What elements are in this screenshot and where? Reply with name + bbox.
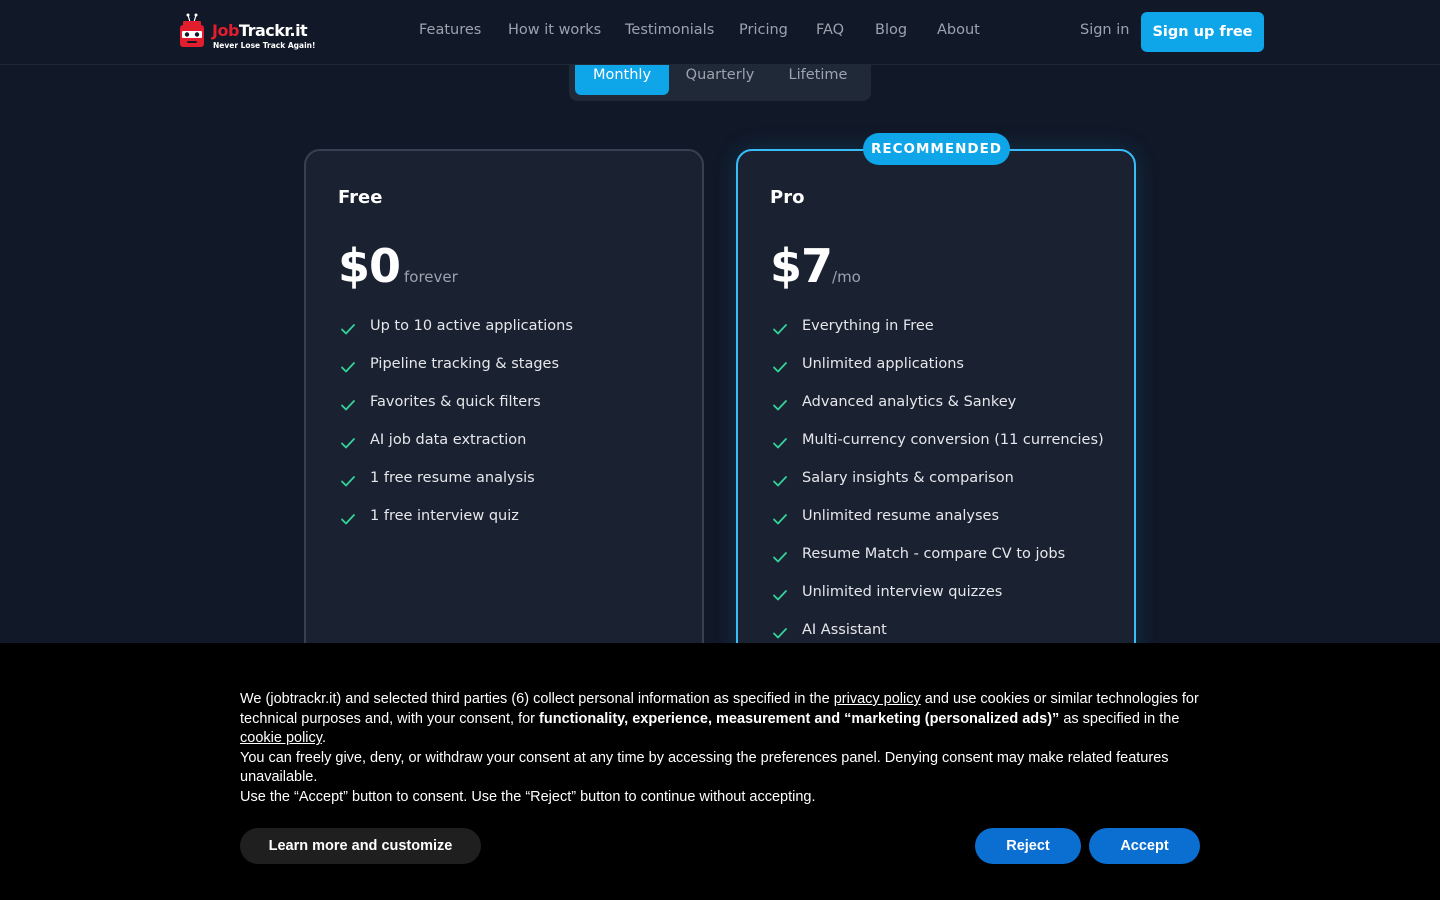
- check-icon: [341, 476, 355, 487]
- sign-in-link[interactable]: Sign in: [1080, 22, 1129, 38]
- price-amount: $0: [338, 239, 401, 293]
- privacy-policy-link[interactable]: privacy policy: [834, 691, 921, 707]
- cookie-text-part: as specified in the: [1059, 710, 1180, 727]
- check-icon: [773, 628, 787, 639]
- price-amount: $7: [770, 239, 833, 293]
- check-icon: [773, 476, 787, 487]
- learn-more-customize-button[interactable]: Learn more and customize: [240, 828, 481, 864]
- feature-item: Favorites & quick filters: [338, 391, 573, 429]
- brand-name-part1: Job: [212, 21, 239, 40]
- cookie-text-bold: functionality, experience, measurement a…: [539, 710, 1060, 727]
- feature-list: Up to 10 active applications Pipeline tra…: [338, 315, 573, 543]
- cookie-consent-banner: We (jobtrackr.it) and selected third par…: [0, 643, 1440, 900]
- feature-text: Favorites & quick filters: [370, 394, 541, 410]
- check-icon: [341, 400, 355, 411]
- check-icon: [341, 438, 355, 449]
- robot-logo-icon: [180, 13, 204, 47]
- plan-name: Free: [338, 187, 383, 208]
- brand-name: JobTrackr.it: [212, 21, 308, 40]
- feature-item: Resume Match - compare CV to jobs: [770, 543, 1104, 581]
- logo[interactable]: JobTrackr.it Never Lose Track Again!: [178, 12, 318, 54]
- check-icon: [341, 514, 355, 525]
- check-icon: [341, 362, 355, 373]
- check-icon: [773, 362, 787, 373]
- feature-item: 1 free resume analysis: [338, 467, 573, 505]
- feature-text: Pipeline tracking & stages: [370, 356, 560, 372]
- feature-text: Unlimited resume analyses: [802, 508, 999, 524]
- nav-link-about[interactable]: About: [937, 22, 980, 38]
- feature-item: AI job data extraction: [338, 429, 573, 467]
- brand-name-part2: Trackr.it: [238, 21, 308, 40]
- feature-text: Unlimited applications: [802, 356, 964, 372]
- feature-text: 1 free interview quiz: [370, 508, 519, 524]
- feature-text: AI Assistant: [802, 622, 887, 638]
- nav-link-blog[interactable]: Blog: [875, 22, 907, 38]
- nav-link-faq[interactable]: FAQ: [816, 22, 844, 38]
- nav-link-how-it-works[interactable]: How it works: [508, 22, 601, 38]
- check-icon: [773, 552, 787, 563]
- price-period: forever: [404, 268, 458, 286]
- feature-list: Everything in Free Unlimited applications…: [770, 315, 1104, 657]
- feature-item: 1 free interview quiz: [338, 505, 573, 543]
- check-icon: [773, 590, 787, 601]
- plan-price: $7/mo: [770, 239, 861, 293]
- nav-link-testimonials[interactable]: Testimonials: [625, 22, 714, 38]
- cookie-text-part: .: [321, 730, 326, 747]
- cookie-policy-link[interactable]: cookie policy: [240, 730, 322, 746]
- reject-button[interactable]: Reject: [975, 828, 1081, 864]
- cookie-paragraph-1: We (jobtrackr.it) and selected third par…: [240, 690, 1200, 749]
- plan-name: Pro: [770, 187, 805, 208]
- feature-item: Pipeline tracking & stages: [338, 353, 573, 391]
- nav-link-pricing[interactable]: Pricing: [739, 22, 788, 38]
- check-icon: [773, 514, 787, 525]
- feature-item: Unlimited applications: [770, 353, 1104, 391]
- feature-text: AI job data extraction: [370, 432, 527, 448]
- brand-tagline: Never Lose Track Again!: [213, 41, 316, 50]
- feature-item: Advanced analytics & Sankey: [770, 391, 1104, 429]
- feature-text: 1 free resume analysis: [370, 470, 535, 486]
- feature-item: Multi-currency conversion (11 currencies…: [770, 429, 1104, 467]
- site-header: JobTrackr.it Never Lose Track Again! Fea…: [0, 0, 1440, 65]
- cookie-text: We (jobtrackr.it) and selected third par…: [240, 690, 1200, 808]
- feature-item: Unlimited resume analyses: [770, 505, 1104, 543]
- pricing-card-pro: Pro $7/mo Everything in Free Unlimited ap…: [736, 149, 1136, 709]
- feature-text: Unlimited interview quizzes: [802, 584, 1003, 600]
- cookie-paragraph-2: You can freely give, deny, or withdraw y…: [240, 749, 1169, 786]
- feature-item: Unlimited interview quizzes: [770, 581, 1104, 619]
- recommended-badge: RECOMMENDED: [863, 133, 1010, 165]
- price-period: /mo: [832, 268, 861, 286]
- pricing-card-free: Free $0 forever Up to 10 active applicati…: [304, 149, 704, 709]
- feature-item: Salary insights & comparison: [770, 467, 1104, 505]
- cookie-paragraph-3: Use the “Accept” button to consent. Use …: [240, 788, 816, 805]
- plan-price: $0 forever: [338, 239, 458, 293]
- feature-text: Advanced analytics & Sankey: [802, 394, 1017, 410]
- nav-link-features[interactable]: Features: [419, 22, 481, 38]
- check-icon: [773, 438, 787, 449]
- accept-button[interactable]: Accept: [1089, 828, 1200, 864]
- cookie-text-part: We (jobtrackr.it) and selected third par…: [240, 691, 834, 707]
- check-icon: [341, 324, 355, 335]
- check-icon: [773, 400, 787, 411]
- feature-text: Multi-currency conversion (11 currencies…: [802, 432, 1104, 448]
- feature-text: Up to 10 active applications: [370, 318, 573, 334]
- check-icon: [773, 324, 787, 335]
- sign-up-button[interactable]: Sign up free: [1141, 12, 1264, 52]
- feature-item: Up to 10 active applications: [338, 315, 573, 353]
- feature-item: Everything in Free: [770, 315, 1104, 353]
- feature-text: Salary insights & comparison: [802, 470, 1014, 486]
- feature-text: Everything in Free: [802, 318, 934, 334]
- feature-text: Resume Match - compare CV to jobs: [802, 546, 1066, 562]
